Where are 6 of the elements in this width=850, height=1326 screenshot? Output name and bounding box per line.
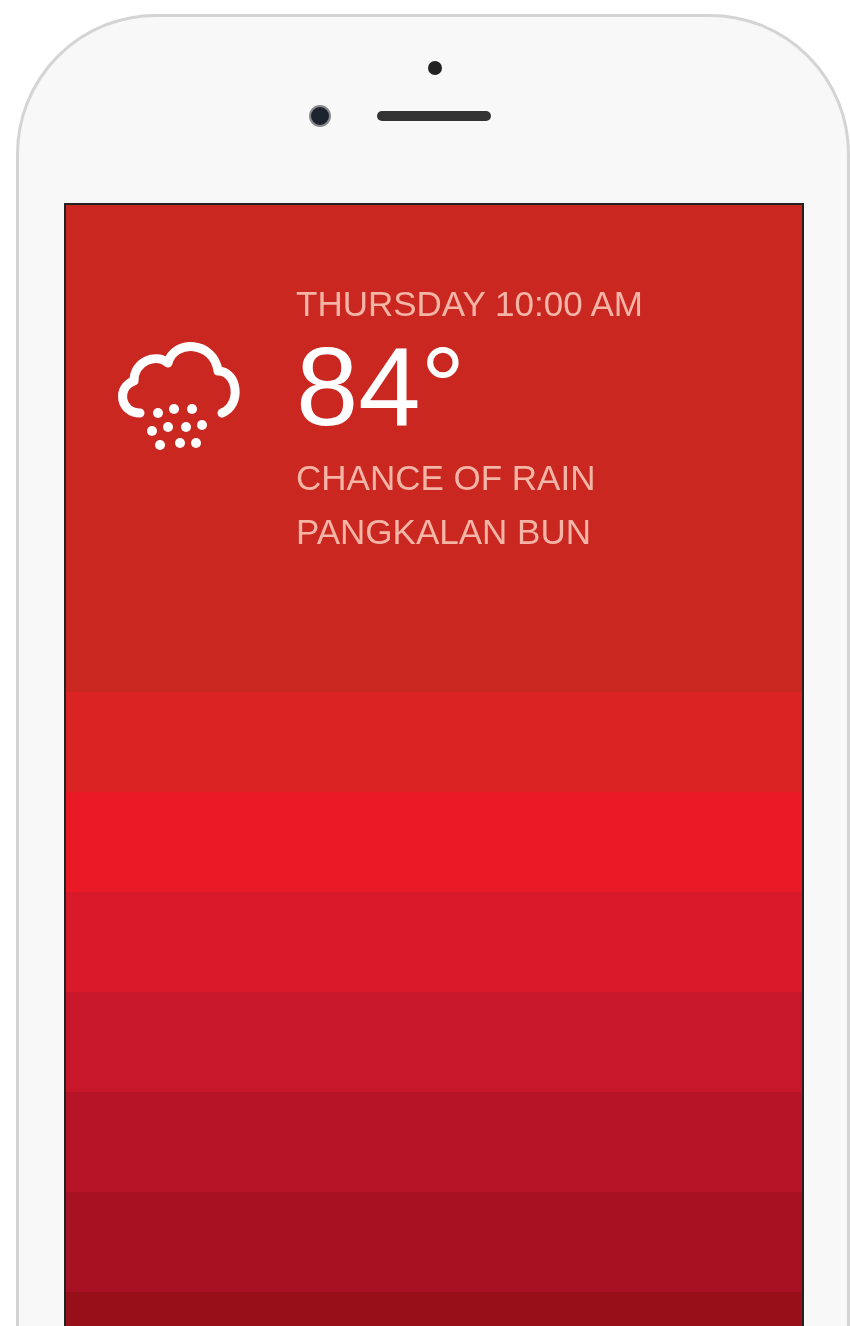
day-time-text: THURSDAY 10:00 AM [296, 283, 643, 325]
condition-text: CHANCE OF RAIN [296, 457, 597, 499]
temperature-text: 84° [296, 327, 467, 447]
proximity-sensor [428, 61, 442, 75]
front-camera [309, 105, 331, 127]
location-text: PANGKALAN BUN [296, 511, 592, 553]
